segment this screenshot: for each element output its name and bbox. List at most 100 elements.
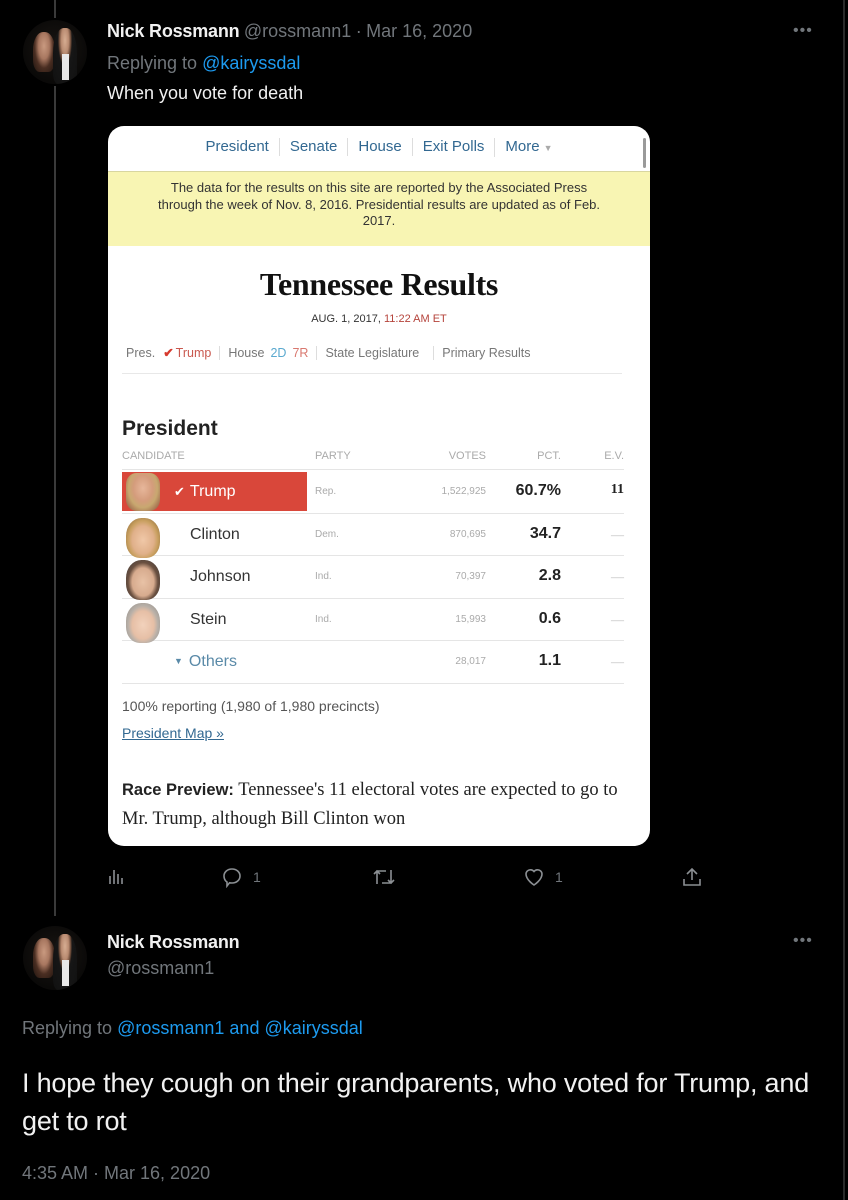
caret-down-icon: ▼	[543, 142, 553, 153]
divider	[433, 345, 435, 360]
results-top-nav: President Senate House Exit Polls More ▼	[108, 126, 650, 166]
party: Ind.	[315, 613, 332, 625]
table-header: CANDIDATE PARTY VOTES PCT. E.V.	[122, 450, 624, 466]
replying-and: and	[229, 1018, 260, 1038]
pct: 34.7	[529, 524, 561, 542]
candidate-photo	[126, 602, 160, 643]
divider	[219, 345, 221, 360]
table-row: Johnson Ind. 70,397 2.8 —	[122, 556, 624, 600]
more-horizontal-icon[interactable]: •••	[793, 932, 813, 950]
candidate-name: Clinton	[190, 525, 240, 543]
replying-to: Replying to @kairyssdal	[107, 53, 300, 74]
ev: 11	[610, 482, 624, 497]
analytics-icon	[109, 870, 123, 884]
house-d: 2D	[270, 345, 287, 360]
results-dateline: AUG. 1, 2017, 11:22 AM ET	[108, 313, 650, 325]
author-handle[interactable]: @rossmann1	[244, 21, 351, 41]
author-handle[interactable]: @rossmann1	[107, 958, 214, 979]
votes: 28,017	[455, 656, 486, 667]
author-name[interactable]: Nick Rossmann	[107, 21, 240, 41]
embedded-image[interactable]: President Senate House Exit Polls More ▼ …	[108, 126, 650, 846]
tweet-timestamp[interactable]: 4:35 AM · Mar 16, 2020	[22, 1163, 210, 1184]
divider	[316, 345, 318, 360]
table-row: Clinton Dem. 870,695 34.7 —	[122, 514, 624, 558]
reply-mention[interactable]: @rossmann1	[117, 1018, 224, 1038]
candidate-photo	[126, 473, 160, 511]
votes: 70,397	[455, 571, 486, 582]
th-candidate: CANDIDATE	[122, 450, 185, 462]
reply-button[interactable]: 1	[221, 866, 261, 888]
share-icon	[683, 867, 701, 886]
nav-house: House	[347, 138, 411, 156]
check-icon: ✔	[174, 484, 185, 499]
nav-more: More ▼	[494, 137, 562, 157]
party: Ind.	[315, 571, 332, 582]
table-row: ✔ Trump Rep. 1,522,925 60.7% 11	[122, 471, 624, 514]
results-title: Tennessee Results	[259, 266, 499, 302]
votes: 15,993	[455, 613, 486, 625]
share-button[interactable]	[681, 866, 703, 888]
candidate-photo	[126, 517, 160, 558]
reporting-status: 100% reporting (1,980 of 1,980 precincts…	[122, 698, 380, 714]
results-date: AUG. 1, 2017,	[311, 313, 381, 325]
race-preview: Race Preview: Tennessee's 11 electoral v…	[122, 776, 642, 834]
th-pct: PCT.	[537, 450, 561, 462]
replying-prefix: Replying to	[22, 1018, 113, 1038]
pct: 2.8	[538, 567, 561, 584]
pct: 1.1	[538, 652, 561, 669]
author-name[interactable]: Nick Rossmann	[107, 932, 240, 953]
candidate-label: Trump	[189, 483, 236, 500]
table-row: ▼ Others 28,017 1.1 —	[122, 641, 624, 684]
analytics-button[interactable]	[108, 866, 124, 886]
separator: ·	[355, 21, 362, 41]
preview-label: Race Preview:	[122, 781, 234, 799]
house-label: House	[228, 345, 265, 360]
nav-exit-polls: Exit Polls	[411, 138, 495, 156]
like-button[interactable]: 1	[523, 866, 563, 888]
tweet-text: When you vote for death	[107, 83, 304, 103]
retweet-button[interactable]	[372, 866, 396, 888]
reply-mention[interactable]: @kairyssdal	[202, 53, 300, 73]
primary-results: Primary Results	[442, 345, 531, 360]
party: Dem.	[315, 528, 339, 540]
ev: —	[611, 526, 624, 542]
scrollbar	[643, 138, 646, 168]
party: Rep.	[315, 486, 337, 497]
divider	[122, 469, 624, 470]
thread-line	[54, 86, 56, 916]
votes: 1,522,925	[441, 486, 487, 497]
reply-mention[interactable]: @kairyssdal	[264, 1018, 362, 1038]
avatar[interactable]	[23, 926, 87, 990]
tweet-header: Nick Rossmann @rossmann1 · Mar 16, 2020	[107, 21, 472, 42]
candidate-photo	[126, 560, 160, 600]
thread-line-top	[54, 0, 56, 18]
th-votes: VOTES	[448, 450, 486, 462]
check-icon: ✔	[163, 346, 174, 360]
table-row: Stein Ind. 15,993 0.6 —	[122, 599, 624, 643]
candidate-name: Stein	[190, 610, 227, 628]
th-ev: E.V.	[604, 450, 624, 462]
results-time: 11:22 AM ET	[384, 313, 447, 325]
retweet-icon	[373, 869, 395, 885]
avatar[interactable]	[23, 20, 87, 84]
reply-icon	[223, 868, 241, 888]
tweet-text: I hope they cough on their grandparents,…	[22, 1068, 810, 1136]
votes: 870,695	[449, 528, 486, 540]
heart-icon	[525, 869, 543, 886]
replying-to: Replying to @rossmann1 and @kairyssdal	[22, 1018, 363, 1039]
candidate-name: ✔ Trump	[174, 483, 236, 501]
more-horizontal-icon[interactable]: •••	[793, 22, 813, 40]
ev: —	[611, 569, 624, 584]
triangle-down-icon: ▼	[174, 656, 183, 666]
candidate-label: Others	[188, 653, 237, 670]
pct: 0.6	[538, 609, 561, 627]
tweet-date[interactable]: Mar 16, 2020	[366, 21, 472, 41]
pres-winner: Trump	[175, 345, 212, 360]
pct: 60.7%	[515, 482, 561, 499]
nav-more-label: More	[505, 137, 540, 155]
data-notice: The data for the results on this site ar…	[108, 171, 650, 246]
divider	[122, 373, 622, 374]
results-table: ✔ Trump Rep. 1,522,925 60.7% 11 Clinton D…	[122, 471, 624, 684]
like-count: 1	[555, 869, 563, 885]
president-map-link: President Map »	[122, 725, 224, 741]
